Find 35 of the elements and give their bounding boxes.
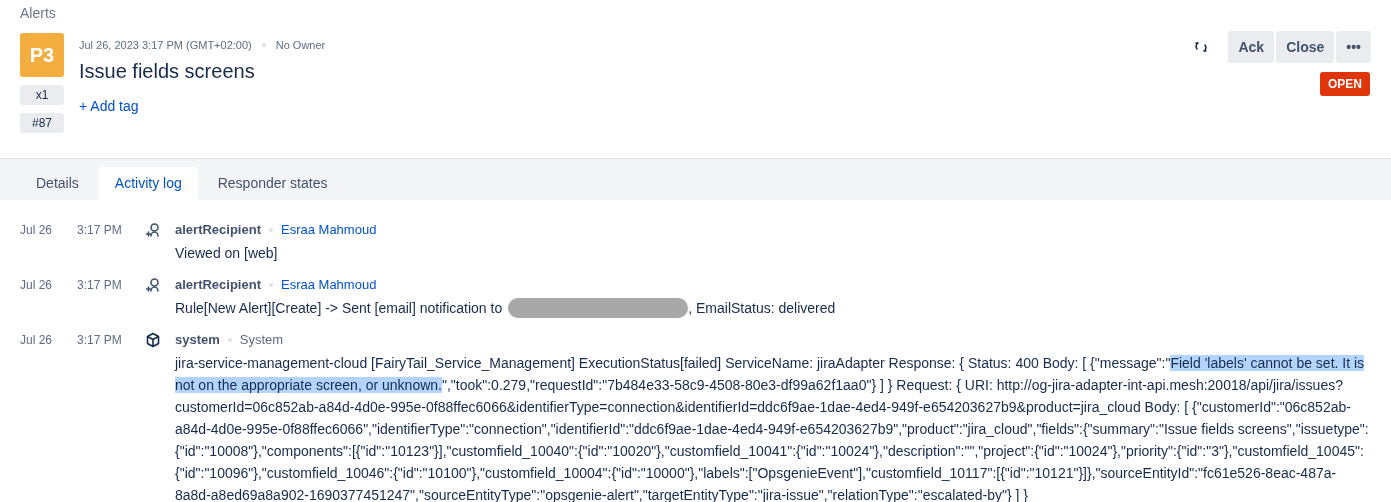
alert-number-badge: #87 [20, 113, 64, 133]
cube-icon [145, 332, 161, 348]
refresh-icon[interactable] [1194, 40, 1209, 54]
action-button[interactable]: Ack [1228, 31, 1275, 63]
more-button[interactable]: ••• [1336, 31, 1371, 63]
priority-badge: P3 [20, 33, 64, 77]
log-date: Jul 26 [19, 277, 54, 294]
status-badge: OPEN [1320, 72, 1370, 96]
log-message: , EmailStatus: delivered [688, 299, 836, 318]
user-add-icon [145, 277, 161, 293]
log-time: 3:17 PM [76, 222, 123, 239]
log-actor: system [175, 331, 220, 349]
log-message: Viewed on [web] [175, 244, 278, 263]
log-source: System [239, 331, 284, 349]
tab[interactable]: Activity log [98, 167, 198, 200]
add-tag-link[interactable]: + Add tag [79, 95, 139, 117]
log-time: 3:17 PM [76, 332, 123, 349]
user-add-icon [145, 222, 161, 238]
action-button[interactable]: Close [1276, 31, 1335, 63]
user-link[interactable]: Esraa Mahmoud [281, 220, 377, 240]
log-time: 3:17 PM [76, 277, 123, 294]
count-badge: x1 [20, 85, 64, 105]
alert-title: Issue fields screens [79, 58, 256, 84]
owner-label: No Owner [275, 38, 326, 53]
log-message: Rule[New Alert][Create] -> Sent [email] notification to [175, 299, 503, 318]
tab[interactable]: Responder states [201, 167, 344, 200]
log-date: Jul 26 [19, 332, 54, 349]
alert-datetime: Jul 26, 2023 3:17 PM (GMT+02:00) [79, 38, 252, 53]
tab[interactable]: Details [20, 167, 95, 200]
log-message: jira-service-management-cloud [FairyTail_Service_Management] ExecutionStatus[failed] ServiceName: jiraAdapter Response: { Status: 400 Body: [ {"message":"Field 'labels' cannot be set. It is not on the appropriate screen, or unknown.","took":0.279,"requestId":"7b484e33-58c9-4508-80e3-df99a62f1aa0"} ] } Request: { URI: http://og-jira-adapter-int-api.mesh:20018/api/jira/issues?customerId=06c852ab-a84d-4d0e-995e-0f88ffec6066&identifierType=connection&identifierId=ddc6f9ae-1dae-4ed4-949f-e654203627b9&product=jira_cloud Body: [ {"customerId":"06c852ab-a84d-4d0e-995e-0f88ffec6066","identifierType":"connection","identifierId":"ddc6f9ae-1dae-4ed4-949f-e654203627b9","product":"jira_cloud","fields":{"summary":"Issue fields screens","issuetype":{"id":"10008"},"components":[{"id":"10123"}],"customfield_10040":{"id":"10020"},"customfield_10041":{"id":"10024"},"description":"","project":{"id":"10024"},"priority":{"id":"3"},"customfield_10045":{"id":"10096"},"customfield_10046":{"id":"10100"},"customfield_10004":{"id":"10000"},"labels":["OpsgenieEvent"],"customfield_10117":[{"id":"10121"}]},"sourceEntityId":"fc61e526-8eac-487a-8a8d-a8ed69a8a902-1690377451247","sourceEntityType":"opsgenie-alert","targetEntityType":"jira-issue","relationType":"escalated-by"} ] } [175, 354, 1369, 502]
breadcrumb[interactable]: Alerts [20, 5, 1371, 21]
log-date: Jul 26 [19, 222, 54, 239]
log-actor: alertRecipient [175, 276, 261, 294]
log-actor: alertRecipient [175, 221, 261, 239]
user-link[interactable]: Esraa Mahmoud [281, 275, 377, 295]
